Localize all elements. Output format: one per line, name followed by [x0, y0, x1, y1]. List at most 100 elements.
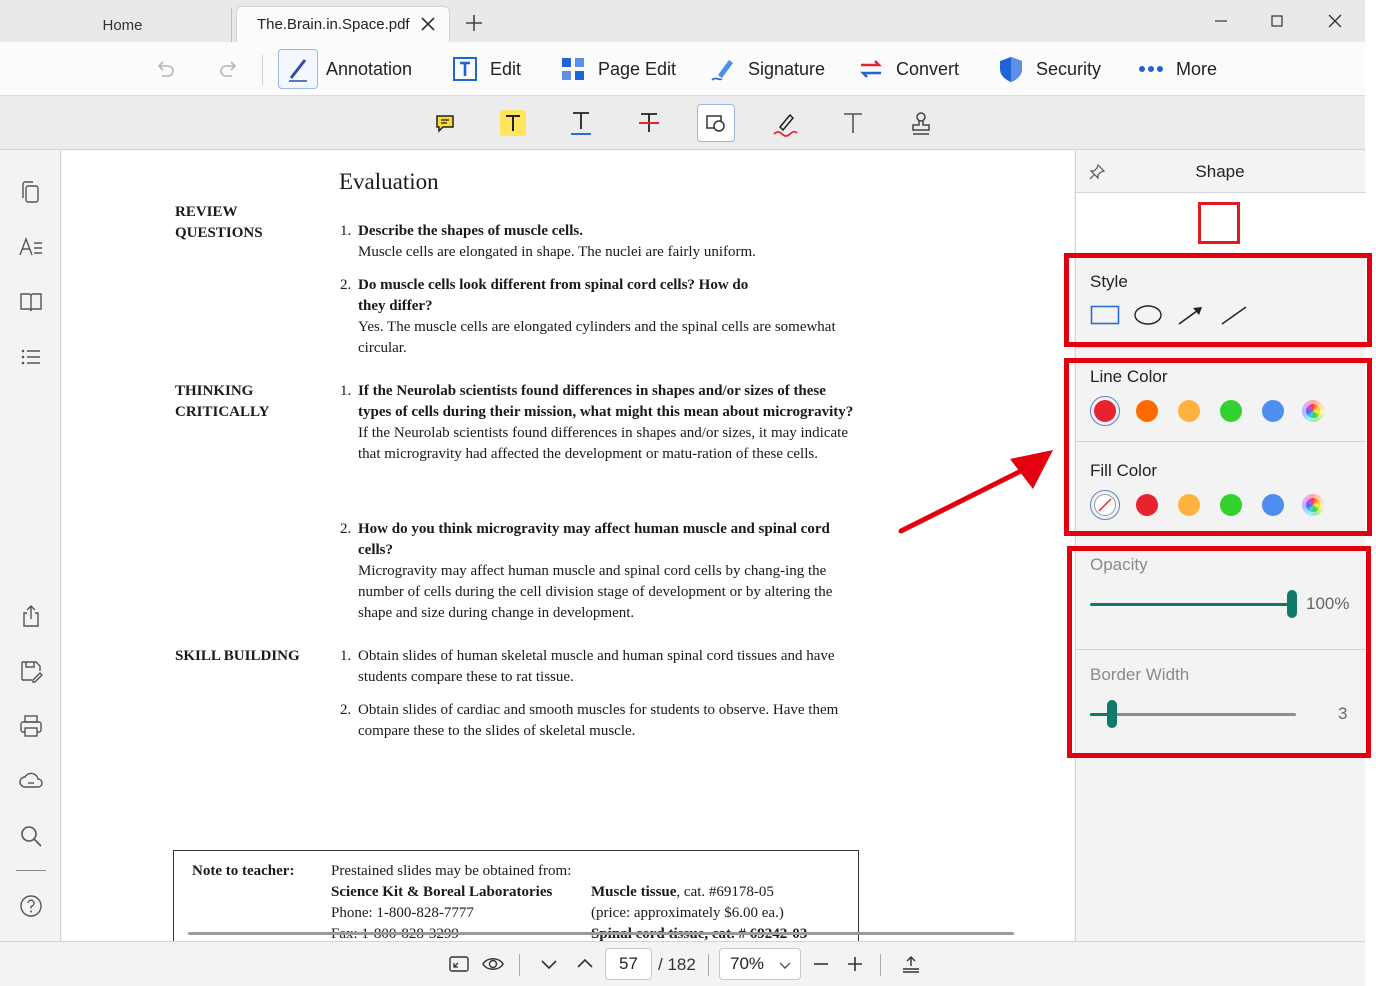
toolbar-separator: [262, 55, 263, 85]
question-text: Describe the shapes of muscle cells.: [358, 223, 583, 239]
zoom-select[interactable]: 70%: [719, 948, 801, 980]
zoom-in-icon[interactable]: [844, 953, 866, 975]
edit-text-icon: [450, 54, 480, 84]
cloud-icon[interactable]: [18, 768, 44, 794]
annotation-button[interactable]: Annotation: [278, 49, 412, 89]
sidebar-separator: [16, 870, 46, 871]
strikethrough-tool[interactable]: [630, 104, 668, 142]
status-separator: [708, 954, 709, 976]
text-outline-icon[interactable]: [18, 234, 44, 260]
new-tab-icon[interactable]: [462, 11, 486, 35]
list-icon[interactable]: [18, 344, 44, 370]
tab-bar: Home The.Brain.in.Space.pdf: [0, 0, 1365, 42]
item-number: 1.: [340, 223, 352, 239]
note-label: Note to teacher:: [192, 863, 295, 879]
answer-text: Microgravity may affect human muscle and…: [358, 563, 833, 621]
item-text: Obtain slides of human skeletal muscle a…: [358, 648, 835, 685]
signature-button[interactable]: Signature: [708, 50, 825, 88]
chevron-down-icon: [779, 962, 791, 969]
zoom-value: 70%: [730, 954, 765, 973]
convert-button[interactable]: Convert: [856, 50, 959, 88]
item-number: 2.: [340, 277, 352, 293]
item-number: 1.: [340, 648, 352, 664]
skill-item-2: 2. Obtain slides of cardiac and smooth m…: [340, 700, 850, 742]
opacity-border-highlight-box: [1067, 546, 1371, 758]
close-icon[interactable]: [417, 13, 439, 35]
panel-divider: [1076, 347, 1366, 348]
text-icon: [844, 113, 862, 133]
thinking-question-2: 2. How do you think microgravity may aff…: [340, 519, 862, 624]
review-question-2: 2. Do muscle cells look different from s…: [340, 275, 850, 359]
convert-label: Convert: [896, 58, 960, 79]
horizontal-scrollbar[interactable]: [188, 932, 1014, 935]
search-icon[interactable]: [18, 823, 44, 849]
security-button[interactable]: Security: [996, 50, 1101, 88]
page-grid-icon: [558, 54, 588, 84]
text-tool[interactable]: [834, 104, 872, 142]
window-close-icon[interactable]: [1320, 8, 1350, 34]
more-label: More: [1176, 58, 1218, 79]
stamp-tool[interactable]: [902, 104, 940, 142]
minimize-icon[interactable]: [1206, 8, 1236, 34]
shape-preview: [1076, 193, 1366, 253]
item-number: 2.: [340, 521, 352, 537]
question-text: How do you think microgravity may affect…: [358, 521, 830, 558]
maximize-icon[interactable]: [1262, 8, 1292, 34]
page-edit-button[interactable]: Page Edit: [558, 50, 676, 88]
highlight-text-icon: [500, 110, 526, 136]
redo-icon[interactable]: [216, 57, 242, 81]
scroll-top-icon[interactable]: [900, 953, 922, 975]
left-sidebar: [0, 151, 61, 941]
edit-label: Edit: [490, 58, 522, 79]
page-number-input[interactable]: 57: [605, 948, 652, 980]
pencil-tool[interactable]: [766, 104, 804, 142]
book-icon[interactable]: [18, 289, 44, 315]
status-separator: [880, 954, 881, 976]
section-skill-building: SKILL BUILDING: [175, 648, 300, 664]
pages-icon[interactable]: [18, 179, 44, 205]
answer-text: If the Neurolab scientists found differe…: [358, 425, 848, 462]
shield-icon: [996, 54, 1026, 84]
catalog-item-price: (price: approximately $6.00 ea.): [591, 905, 784, 921]
save-edit-icon[interactable]: [18, 658, 44, 684]
red-arrow-icon: [898, 450, 1053, 534]
color-highlight-box: [1064, 358, 1372, 536]
review-question-1: 1. Describe the shapes of muscle cells. …: [340, 221, 860, 263]
fit-page-icon[interactable]: [448, 953, 470, 975]
tab-home[interactable]: Home: [14, 8, 232, 42]
shape-icon: [706, 115, 725, 132]
signature-label: Signature: [748, 58, 826, 79]
more-button[interactable]: More: [1136, 50, 1217, 88]
status-separator: [519, 954, 520, 976]
highlight-tool[interactable]: [494, 104, 532, 142]
pencil-icon: [773, 113, 798, 137]
annotation-toolbar: [0, 96, 1365, 150]
supplier-name: Science Kit & Boreal Laboratories: [331, 884, 553, 900]
shape-tool[interactable]: [697, 104, 735, 142]
section-review-questions: REVIEW QUESTIONS: [175, 204, 263, 241]
strikethrough-icon: [639, 113, 659, 132]
tab-document[interactable]: The.Brain.in.Space.pdf: [236, 6, 450, 42]
share-icon[interactable]: [18, 603, 44, 629]
pen-icon: [278, 49, 318, 89]
answer-text: Muscle cells are elongated in shape. The…: [358, 244, 756, 260]
previous-page-icon[interactable]: [574, 953, 596, 975]
item-number: 2.: [340, 702, 352, 718]
supplier-phone: Phone: 1-800-828-7777: [331, 905, 474, 921]
note-tool[interactable]: [426, 104, 464, 142]
underline-text-icon: [571, 112, 591, 135]
eye-icon[interactable]: [482, 953, 504, 975]
undo-icon[interactable]: [152, 57, 178, 81]
edit-button[interactable]: Edit: [450, 50, 521, 88]
print-icon[interactable]: [18, 713, 44, 739]
stamp-icon: [912, 112, 930, 135]
next-page-icon[interactable]: [538, 953, 560, 975]
document-page[interactable]: Evaluation REVIEW QUESTIONS 1. Describe …: [62, 151, 1074, 941]
zoom-out-icon[interactable]: [810, 953, 832, 975]
tab-document-label: The.Brain.in.Space.pdf: [257, 16, 410, 33]
comment-icon: [436, 115, 454, 133]
help-icon[interactable]: [18, 893, 44, 919]
panel-header: Shape: [1076, 151, 1366, 193]
skill-item-1: 1. Obtain slides of human skeletal muscl…: [340, 646, 850, 688]
underline-tool[interactable]: [562, 104, 600, 142]
